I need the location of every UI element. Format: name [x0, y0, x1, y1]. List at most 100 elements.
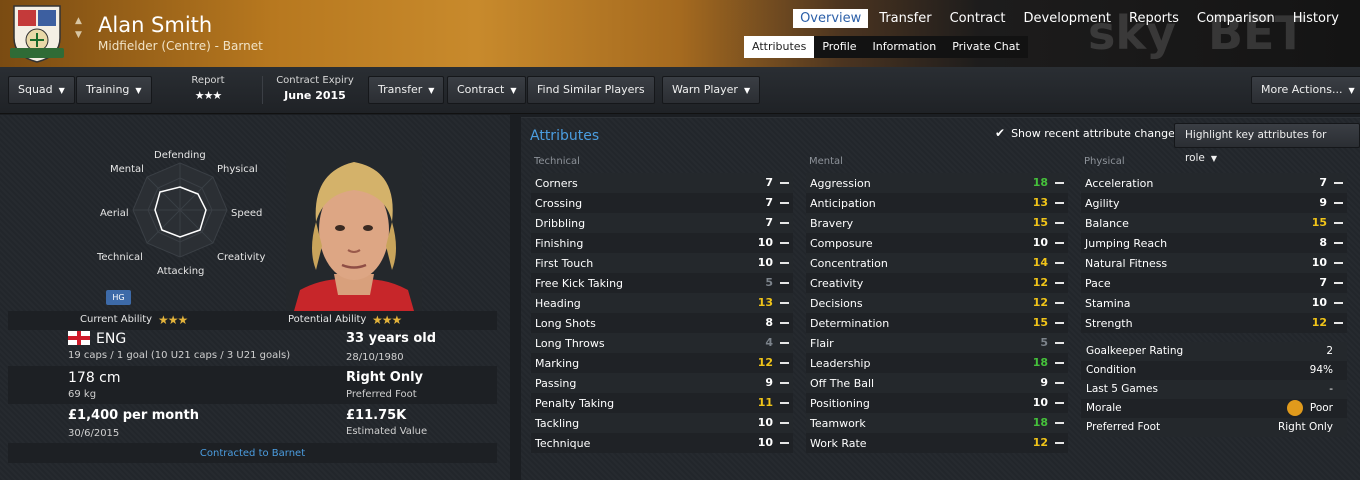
find-similar-players-button[interactable]: Find Similar Players	[527, 76, 655, 104]
attribute-row-physical[interactable]: Stamina 10	[1081, 293, 1347, 313]
attribute-row-technical[interactable]: First Touch 10	[531, 253, 793, 273]
toolbar-divider	[262, 76, 263, 104]
attribute-value: 8	[765, 316, 773, 329]
attribute-row-physical[interactable]: Strength 12	[1081, 313, 1347, 333]
attribute-value: 11	[757, 396, 773, 409]
attribute-row-mental[interactable]: Determination 15	[806, 313, 1068, 333]
attribute-value: 10	[1311, 256, 1327, 269]
attribute-value: 10	[757, 236, 773, 249]
no-change-icon	[780, 282, 789, 284]
attribute-row-technical[interactable]: Passing 9	[531, 373, 793, 393]
no-change-icon	[1334, 182, 1343, 184]
attribute-row-technical[interactable]: Free Kick Taking 5	[531, 273, 793, 293]
attribute-row-mental[interactable]: Composure 10	[806, 233, 1068, 253]
no-change-icon	[780, 382, 789, 384]
attribute-name: Technique	[535, 437, 591, 450]
attribute-row-technical[interactable]: Tackling 10	[531, 413, 793, 433]
attribute-row-mental[interactable]: Leadership 18	[806, 353, 1068, 373]
attribute-name: Passing	[535, 377, 577, 390]
show-recent-changes-label: Show recent attribute changes	[1011, 127, 1181, 140]
attribute-row-technical[interactable]: Heading 13	[531, 293, 793, 313]
attribute-value: 13	[1032, 196, 1048, 209]
technical-header: Technical	[534, 156, 580, 167]
attribute-row-technical[interactable]: Penalty Taking 11	[531, 393, 793, 413]
date-of-birth: 28/10/1980	[346, 352, 404, 363]
tab-history[interactable]: History	[1286, 9, 1346, 28]
no-change-icon	[780, 402, 789, 404]
tab-transfer[interactable]: Transfer	[872, 9, 938, 28]
attribute-row-technical[interactable]: Long Throws 4	[531, 333, 793, 353]
attribute-row-technical[interactable]: Crossing 7	[531, 193, 793, 213]
attribute-row-physical[interactable]: Pace 7	[1081, 273, 1347, 293]
previous-player-icon[interactable]: ▲	[75, 14, 89, 28]
attribute-value: 10	[1311, 296, 1327, 309]
attribute-row-mental[interactable]: Teamwork 18	[806, 413, 1068, 433]
show-recent-changes-checkbox[interactable]: ✔ Show recent attribute changes	[995, 126, 1181, 140]
attribute-row-technical[interactable]: Marking 12	[531, 353, 793, 373]
tab-overview[interactable]: Overview	[793, 9, 869, 28]
transfer-button[interactable]: Transfer ▼	[368, 76, 445, 104]
contracted-to-link[interactable]: Contracted to Barnet	[8, 448, 497, 459]
tab-development[interactable]: Development	[1017, 9, 1119, 28]
squad-button[interactable]: Squad ▼	[8, 76, 75, 104]
attribute-row-mental[interactable]: Anticipation 13	[806, 193, 1068, 213]
attribute-row-mental[interactable]: Concentration 14	[806, 253, 1068, 273]
attribute-value: 15	[1311, 216, 1327, 229]
no-change-icon	[1334, 262, 1343, 264]
attribute-row-mental[interactable]: Positioning 10	[806, 393, 1068, 413]
radar-label-aerial: Aerial	[100, 208, 129, 219]
extra-stat-row: Morale Poor	[1081, 399, 1347, 418]
training-button[interactable]: Training ▼	[76, 76, 152, 104]
attribute-value: 14	[1032, 256, 1048, 269]
ability-row: Current Ability ★★★ Potential Ability ★★…	[8, 311, 497, 330]
attribute-row-mental[interactable]: Work Rate 12	[806, 433, 1068, 453]
attribute-name: Tackling	[535, 417, 580, 430]
subtab-private-chat[interactable]: Private Chat	[944, 36, 1028, 58]
attribute-row-physical[interactable]: Acceleration 7	[1081, 173, 1347, 193]
report-info[interactable]: Report ★★★	[176, 75, 240, 102]
contract-expiry-label: Contract Expiry	[276, 75, 354, 86]
tab-reports[interactable]: Reports	[1122, 9, 1186, 28]
no-change-icon	[1055, 182, 1064, 184]
subtab-information[interactable]: Information	[865, 36, 945, 58]
tab-contract[interactable]: Contract	[943, 9, 1013, 28]
attribute-name: Penalty Taking	[535, 397, 615, 410]
warn-player-button[interactable]: Warn Player ▼	[662, 76, 761, 104]
player-header: ▲ ▼ Alan Smith Midfielder (Centre) - Bar…	[0, 0, 1360, 67]
technical-column: Technical Corners 7 Crossing 7 Dribbling 7 Fin…	[531, 156, 793, 453]
subtab-profile[interactable]: Profile	[814, 36, 864, 58]
tab-comparison[interactable]: Comparison	[1190, 9, 1282, 28]
attribute-row-mental[interactable]: Bravery 15	[806, 213, 1068, 233]
attribute-row-mental[interactable]: Creativity 12	[806, 273, 1068, 293]
extra-stats: Goalkeeper Rating 2 Condition 94% Last 5 Gam…	[1081, 342, 1347, 437]
attribute-row-physical[interactable]: Natural Fitness 10	[1081, 253, 1347, 273]
attribute-row-mental[interactable]: Aggression 18	[806, 173, 1068, 193]
attribute-row-technical[interactable]: Dribbling 7	[531, 213, 793, 233]
attribute-row-technical[interactable]: Finishing 10	[531, 233, 793, 253]
attribute-row-mental[interactable]: Flair 5	[806, 333, 1068, 353]
attribute-row-physical[interactable]: Jumping Reach 8	[1081, 233, 1347, 253]
top-nav: Overview Transfer Contract Development R…	[793, 9, 1346, 28]
highlight-key-attributes-dropdown[interactable]: Highlight key attributes for role ▼	[1174, 123, 1360, 164]
preferred-foot-value: Right Only	[346, 370, 424, 385]
attribute-row-technical[interactable]: Technique 10	[531, 433, 793, 453]
no-change-icon	[780, 182, 789, 184]
attribute-row-physical[interactable]: Agility 9	[1081, 193, 1347, 213]
attribute-name: Decisions	[810, 297, 863, 310]
attribute-row-physical[interactable]: Balance 15	[1081, 213, 1347, 233]
attribute-row-mental[interactable]: Off The Ball 9	[806, 373, 1068, 393]
more-actions-button[interactable]: More Actions... ▼	[1251, 76, 1360, 104]
contract-button[interactable]: Contract ▼	[447, 76, 527, 104]
no-change-icon	[1334, 302, 1343, 304]
no-change-icon	[780, 242, 789, 244]
attribute-row-mental[interactable]: Decisions 12	[806, 293, 1068, 313]
attribute-row-technical[interactable]: Long Shots 8	[531, 313, 793, 333]
next-player-icon[interactable]: ▼	[75, 28, 89, 42]
subtab-attributes[interactable]: Attributes	[744, 36, 815, 58]
checkmark-icon: ✔	[995, 126, 1006, 140]
attribute-name: Heading	[535, 297, 581, 310]
attribute-value: 18	[1032, 176, 1048, 189]
attribute-row-technical[interactable]: Corners 7	[531, 173, 793, 193]
attribute-value: 12	[1032, 276, 1048, 289]
physical-column: Physical Acceleration 7 Agility 9 Balance 15 J…	[1081, 156, 1347, 333]
